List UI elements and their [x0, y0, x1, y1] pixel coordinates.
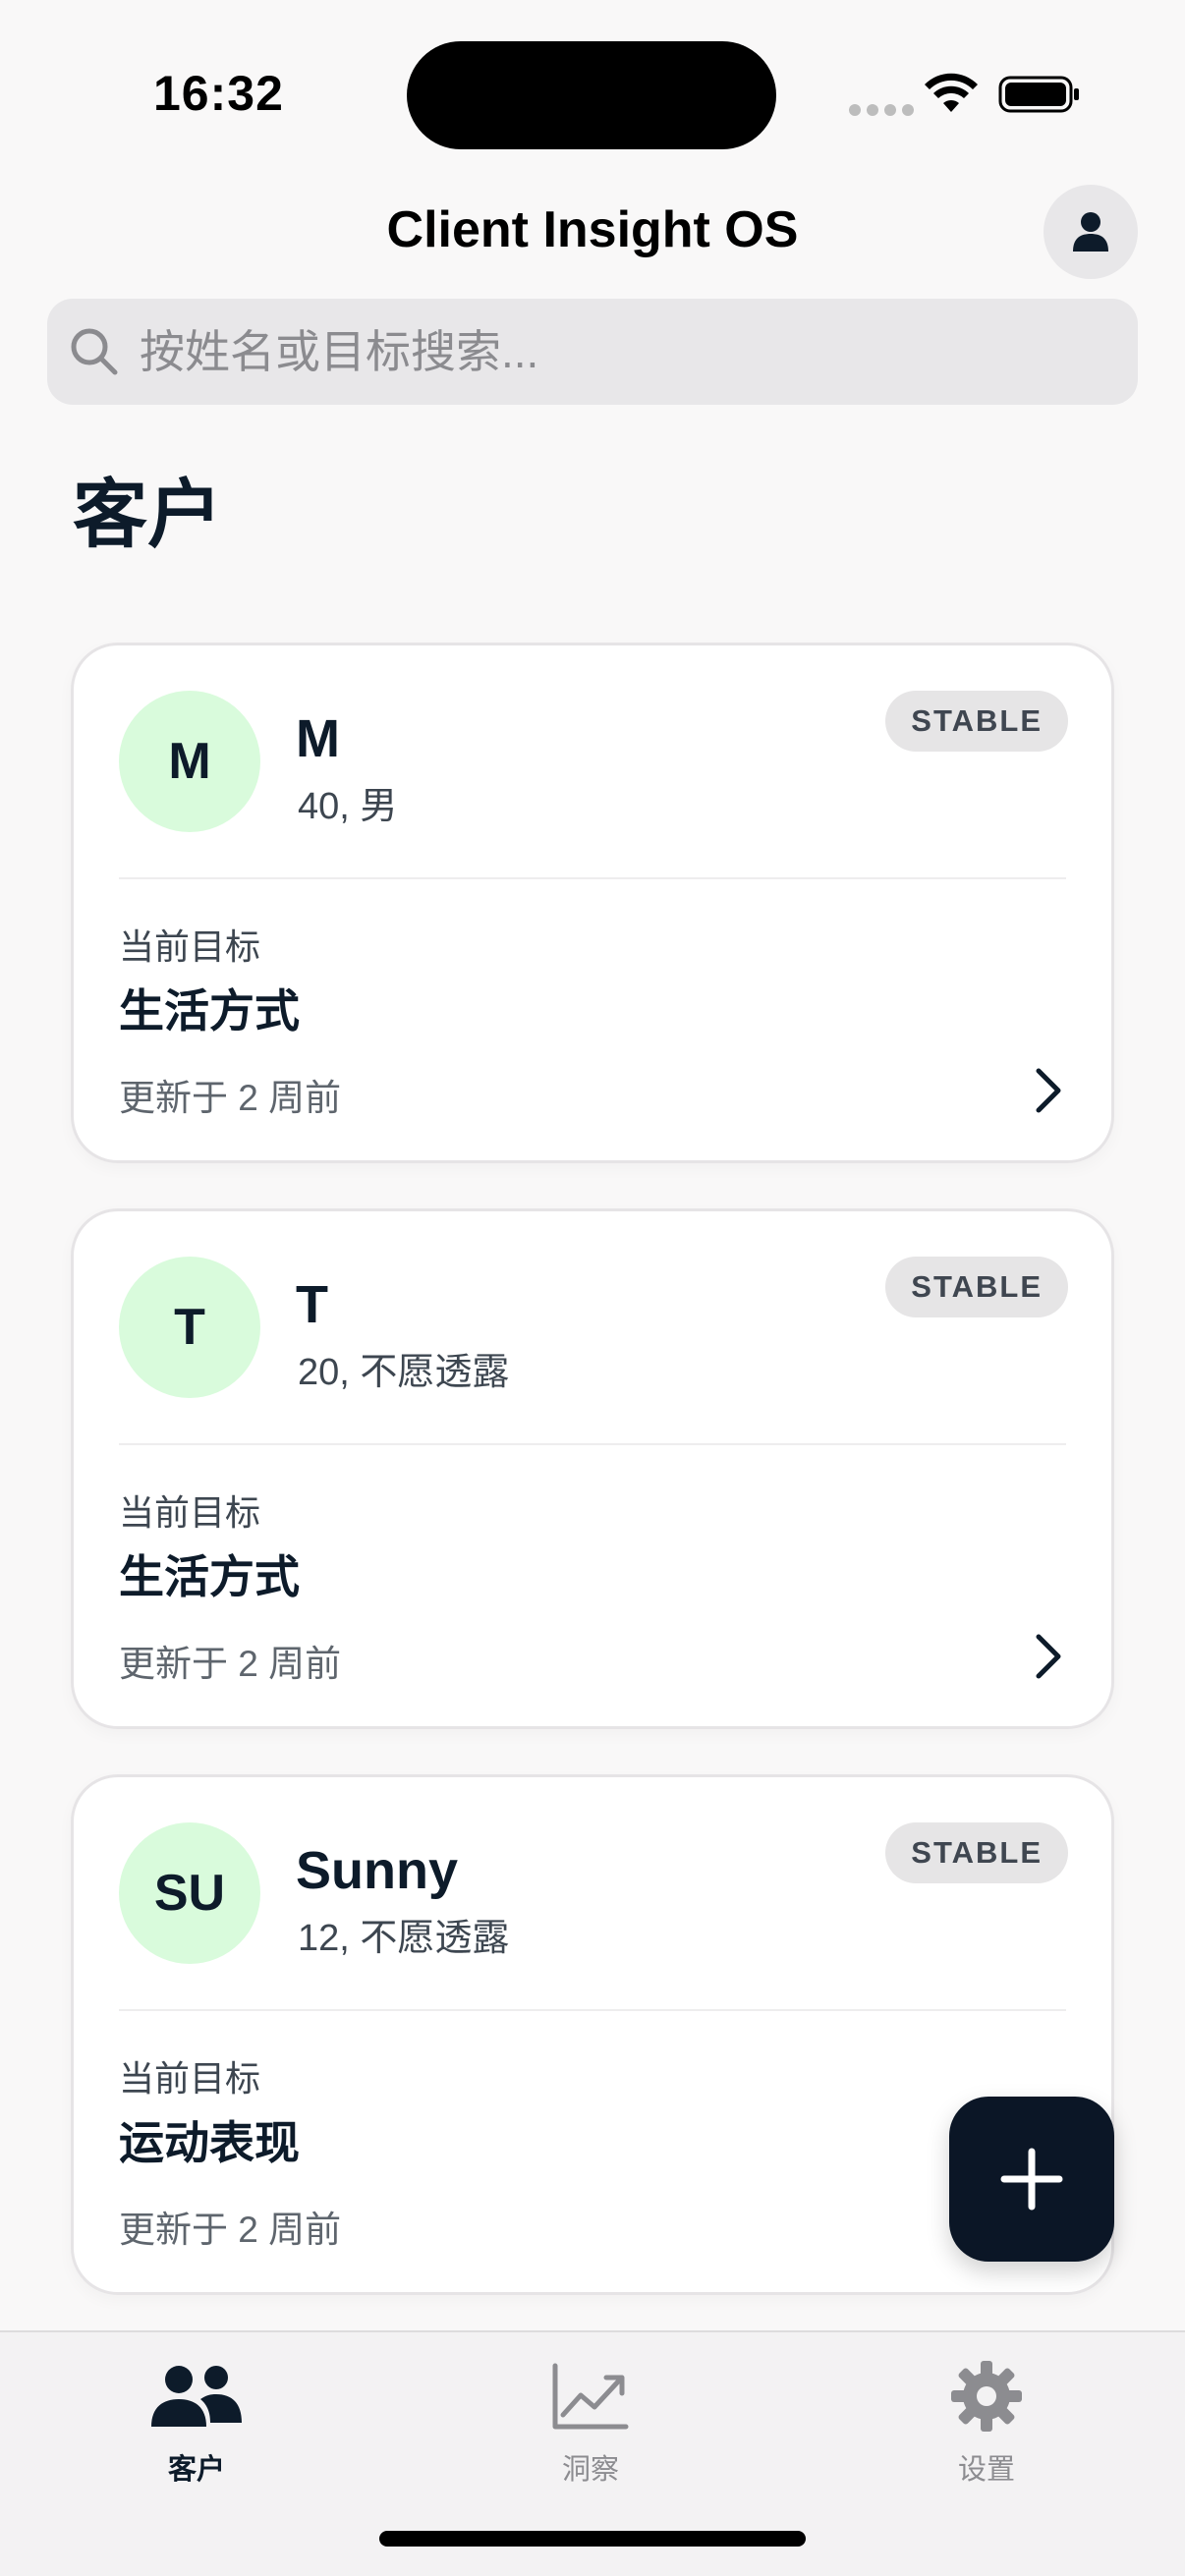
updated-text: 更新于 2 周前 — [119, 2210, 342, 2250]
divider — [119, 2009, 1066, 2011]
goal-label: 当前目标 — [119, 2058, 261, 2099]
cellular-signal-icon — [849, 104, 914, 116]
tab-label: 客户 — [167, 2454, 225, 2486]
client-meta: 40, 男 — [298, 786, 398, 827]
search-icon — [71, 328, 118, 375]
goal-value: 生活方式 — [119, 985, 300, 1036]
avatar: T — [119, 1257, 260, 1398]
client-meta: 12, 不愿透露 — [298, 1918, 510, 1959]
status-bar: 16:32 — [0, 0, 1185, 187]
avatar: M — [119, 691, 260, 832]
person-icon — [1073, 212, 1108, 252]
tab-label: 设置 — [957, 2454, 1015, 2486]
goal-label: 当前目标 — [119, 1492, 261, 1533]
divider — [119, 1443, 1066, 1445]
profile-button[interactable] — [1044, 185, 1138, 279]
status-badge: STABLE — [885, 691, 1068, 752]
add-client-button[interactable] — [949, 2097, 1114, 2262]
gear-icon — [951, 2361, 1022, 2432]
avatar: SU — [119, 1822, 260, 1964]
users-icon — [151, 2366, 242, 2427]
tab-clients[interactable]: 客户 — [98, 2356, 295, 2488]
plus-icon — [1000, 2148, 1063, 2211]
client-card[interactable]: T T 20, 不愿透露 STABLE 当前目标 生活方式 更新于 2 周前 — [71, 1208, 1114, 1729]
search-input[interactable] — [140, 325, 1024, 378]
updated-text: 更新于 2 周前 — [119, 1078, 342, 1118]
tab-settings[interactable]: 设置 — [888, 2356, 1085, 2488]
dynamic-island — [407, 41, 776, 149]
tab-insights[interactable]: 洞察 — [492, 2356, 689, 2488]
client-card[interactable]: M M 40, 男 STABLE 当前目标 生活方式 更新于 2 周前 — [71, 643, 1114, 1163]
divider — [119, 877, 1066, 879]
client-name: M — [296, 709, 340, 768]
battery-icon — [998, 76, 1079, 113]
app-title: Client Insight OS — [386, 201, 799, 258]
chart-line-icon — [552, 2363, 629, 2430]
search-bar[interactable] — [47, 299, 1138, 405]
client-name: Sunny — [296, 1841, 459, 1900]
status-badge: STABLE — [885, 1257, 1068, 1317]
goal-label: 当前目标 — [119, 926, 261, 967]
goal-value: 生活方式 — [119, 1551, 300, 1602]
chevron-right-icon — [1036, 1634, 1061, 1679]
wifi-icon — [925, 73, 978, 112]
client-meta: 20, 不愿透露 — [298, 1352, 510, 1393]
updated-text: 更新于 2 周前 — [119, 1644, 342, 1684]
tab-label: 洞察 — [561, 2454, 619, 2486]
page-title: 客户 — [73, 474, 222, 557]
goal-value: 运动表现 — [119, 2117, 300, 2168]
status-time: 16:32 — [153, 66, 284, 121]
chevron-right-icon — [1036, 1068, 1061, 1113]
home-indicator — [379, 2531, 806, 2547]
status-badge: STABLE — [885, 1822, 1068, 1883]
client-name: T — [296, 1275, 328, 1334]
